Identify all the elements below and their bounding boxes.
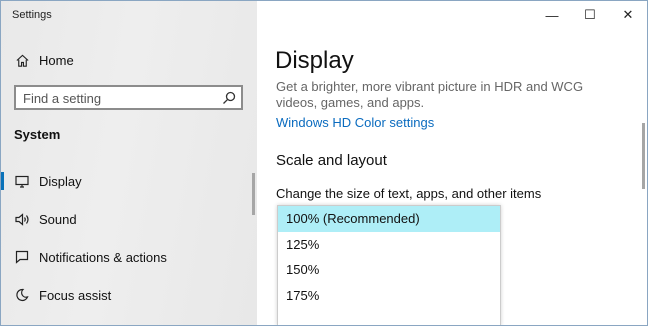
section-title-scale-layout: Scale and layout bbox=[276, 152, 387, 169]
monitor-icon bbox=[14, 173, 30, 189]
sidebar-item-focus-assist[interactable]: Focus assist bbox=[1, 278, 257, 312]
home-icon bbox=[14, 52, 30, 68]
search-field[interactable] bbox=[14, 85, 243, 110]
sidebar-item-label: Focus assist bbox=[39, 287, 112, 303]
scale-option-150[interactable]: 150% bbox=[278, 257, 500, 283]
scale-option-100[interactable]: 100% (Recommended) bbox=[278, 206, 500, 232]
search-icon[interactable] bbox=[222, 91, 236, 105]
sidebar-item-notifications[interactable]: Notifications & actions bbox=[1, 240, 257, 274]
sidebar-item-sound[interactable]: Sound bbox=[1, 202, 257, 236]
app-title: Settings bbox=[12, 9, 52, 21]
close-button[interactable]: ✕ bbox=[609, 1, 647, 29]
minimize-icon: — bbox=[545, 7, 559, 23]
page-title: Display bbox=[275, 47, 354, 74]
settings-window: Settings Home System bbox=[0, 0, 648, 326]
moon-icon bbox=[14, 287, 30, 303]
main-content: — ☐ ✕ Display Get a brighter, more vibra… bbox=[257, 1, 647, 325]
close-icon: ✕ bbox=[622, 7, 634, 22]
maximize-icon: ☐ bbox=[584, 7, 596, 22]
home-label: Home bbox=[39, 52, 74, 68]
speaker-icon bbox=[14, 211, 30, 227]
scale-label: Change the size of text, apps, and other… bbox=[276, 186, 542, 201]
scale-option-125[interactable]: 125% bbox=[278, 232, 500, 258]
window-controls: — ☐ ✕ bbox=[533, 1, 647, 29]
sidebar-scrollbar[interactable] bbox=[252, 173, 255, 215]
sidebar-item-display[interactable]: Display bbox=[1, 164, 257, 198]
minimize-button[interactable]: — bbox=[533, 1, 571, 29]
sidebar: Settings Home System bbox=[1, 1, 257, 325]
sidebar-item-label: Sound bbox=[39, 211, 77, 227]
section-title: System bbox=[14, 127, 61, 142]
sidebar-item-label: Display bbox=[39, 173, 82, 189]
page-description: Get a brighter, more vibrant picture in … bbox=[276, 79, 584, 110]
content-scrollbar[interactable] bbox=[642, 123, 645, 189]
search-input[interactable] bbox=[23, 90, 213, 106]
sidebar-item-label: Notifications & actions bbox=[39, 249, 167, 265]
sidebar-item-home[interactable]: Home bbox=[1, 43, 257, 77]
scale-option-175[interactable]: 175% bbox=[278, 283, 500, 309]
maximize-button[interactable]: ☐ bbox=[571, 1, 609, 29]
scale-dropdown-list[interactable]: 100% (Recommended) 125% 150% 175% bbox=[277, 205, 501, 325]
hd-color-settings-link[interactable]: Windows HD Color settings bbox=[276, 115, 434, 130]
notifications-icon bbox=[14, 249, 30, 265]
